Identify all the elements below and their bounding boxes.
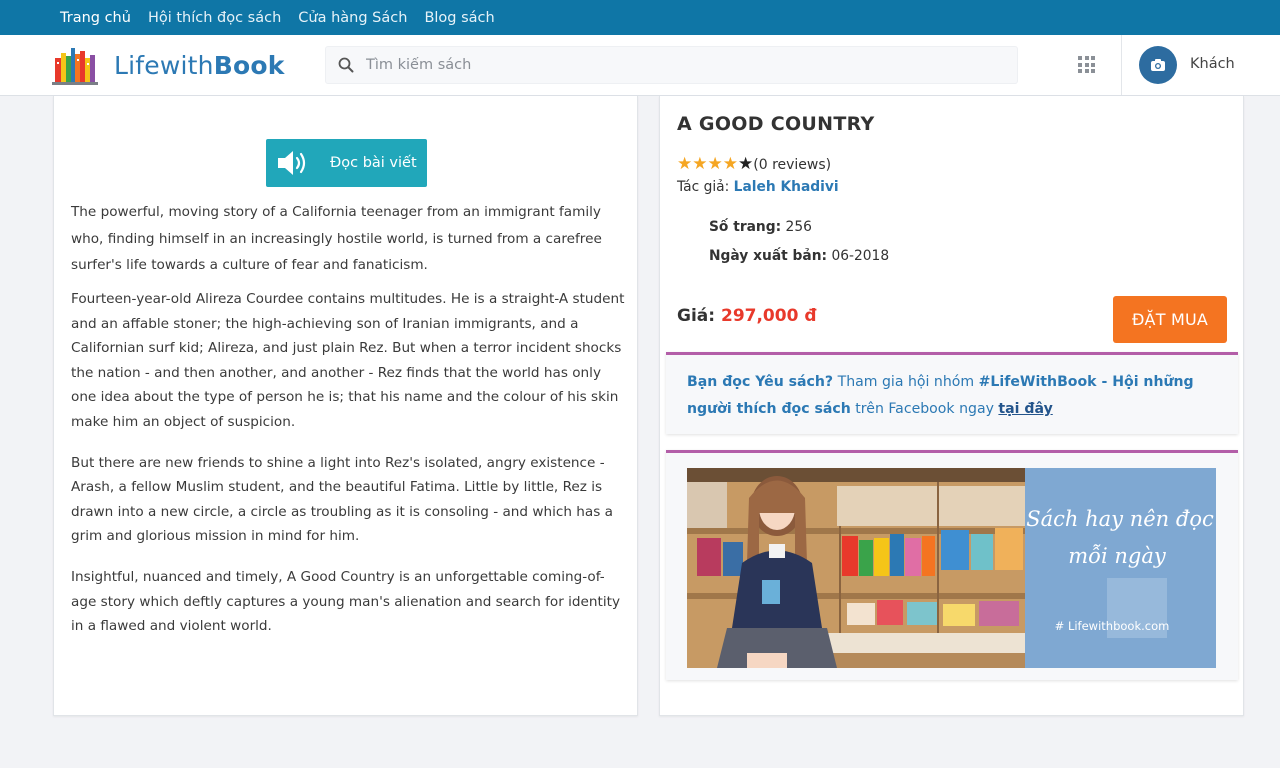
- banner-site: # Lifewithbook.com: [1055, 619, 1170, 633]
- camera-icon: [1151, 59, 1165, 71]
- book-info-card: A GOOD COUNTRY ★★★★★ (0 reviews) Tác giả…: [659, 96, 1244, 716]
- search-box[interactable]: [325, 46, 1018, 84]
- star-icon[interactable]: ★: [708, 154, 723, 174]
- description-paragraph: The powerful, moving story of a Californ…: [71, 204, 602, 274]
- read-article-label: Đọc bài viết: [330, 155, 417, 171]
- search-input[interactable]: [366, 57, 966, 73]
- promo-text-2: trên Facebook ngay: [850, 401, 999, 417]
- book-title: A GOOD COUNTRY: [677, 113, 875, 135]
- nav-item-book-club[interactable]: Hội thích đọc sách: [148, 10, 281, 26]
- banner-card: Sách hay nên đọc mỗi ngày # Lifewithbook…: [666, 450, 1238, 680]
- user-name[interactable]: Khách: [1190, 56, 1235, 72]
- publish-date: Ngày xuất bản: 06-2018: [709, 248, 889, 264]
- page-count: Số trang: 256: [709, 219, 812, 235]
- star-icon[interactable]: ★: [677, 154, 692, 174]
- top-navigation: Trang chủ Hội thích đọc sách Cửa hàng Sá…: [0, 0, 1280, 35]
- description-paragraph: But there are new friends to shine a lig…: [71, 454, 613, 545]
- rating-stars[interactable]: ★★★★★: [677, 156, 753, 173]
- description-paragraph: Fourteen-year-old Alireza Courdee contai…: [71, 291, 625, 430]
- star-icon[interactable]: ★: [723, 154, 738, 174]
- speaker-icon: [278, 151, 306, 175]
- book-description: The powerful, moving story of a Californ…: [71, 199, 626, 655]
- nav-item-book-store[interactable]: Cửa hàng Sách: [298, 10, 407, 26]
- publish-date-label: Ngày xuất bản:: [709, 248, 828, 264]
- star-icon[interactable]: ★: [692, 154, 707, 174]
- rating: ★★★★★ (0 reviews): [677, 156, 831, 173]
- book-description-card: Đọc bài viết The powerful, moving story …: [53, 96, 638, 716]
- header-bar: LifewithBook Khách: [0, 35, 1280, 96]
- promo-question: Bạn đọc Yêu sách?: [687, 374, 834, 390]
- buy-button[interactable]: ĐẶT MUA: [1113, 296, 1227, 343]
- promo-text: Tham gia hội nhóm: [833, 374, 979, 390]
- promo-link[interactable]: tại đây: [998, 401, 1052, 417]
- page-count-value: 256: [785, 219, 812, 235]
- book-stack-icon: [50, 44, 100, 86]
- read-article-button[interactable]: Đọc bài viết: [266, 139, 427, 187]
- search-icon: [338, 57, 354, 73]
- banner-headline-2: mỗi ngày: [1068, 544, 1167, 568]
- price-value: 297,000 đ: [720, 306, 817, 326]
- page-count-label: Số trang:: [709, 219, 782, 235]
- star-icon[interactable]: ★: [738, 154, 753, 174]
- price-label: Giá:: [677, 306, 716, 326]
- review-count: (0 reviews): [753, 156, 832, 173]
- promo-banner[interactable]: Sách hay nên đọc mỗi ngày # Lifewithbook…: [687, 468, 1216, 668]
- author-link[interactable]: Laleh Khadivi: [734, 179, 839, 195]
- facebook-group-promo: Bạn đọc Yêu sách? Tham gia hội nhóm #Lif…: [666, 352, 1238, 434]
- price: Giá: 297,000 đ: [677, 306, 817, 326]
- nav-item-home[interactable]: Trang chủ: [60, 10, 131, 26]
- header-divider: [1121, 35, 1122, 95]
- site-name: LifewithBook: [114, 50, 285, 80]
- author-line: Tác giả: Laleh Khadivi: [677, 179, 839, 195]
- publish-date-value: 06-2018: [831, 248, 890, 264]
- avatar[interactable]: [1139, 46, 1177, 84]
- author-label: Tác giả:: [677, 179, 734, 195]
- nav-item-book-blog[interactable]: Blog sách: [424, 10, 494, 26]
- banner-headline-1: Sách hay nên đọc: [1026, 507, 1214, 531]
- site-logo[interactable]: LifewithBook: [50, 44, 285, 86]
- description-paragraph: Insightful, nuanced and timely, A Good C…: [71, 569, 621, 635]
- grid-icon[interactable]: [1078, 56, 1095, 73]
